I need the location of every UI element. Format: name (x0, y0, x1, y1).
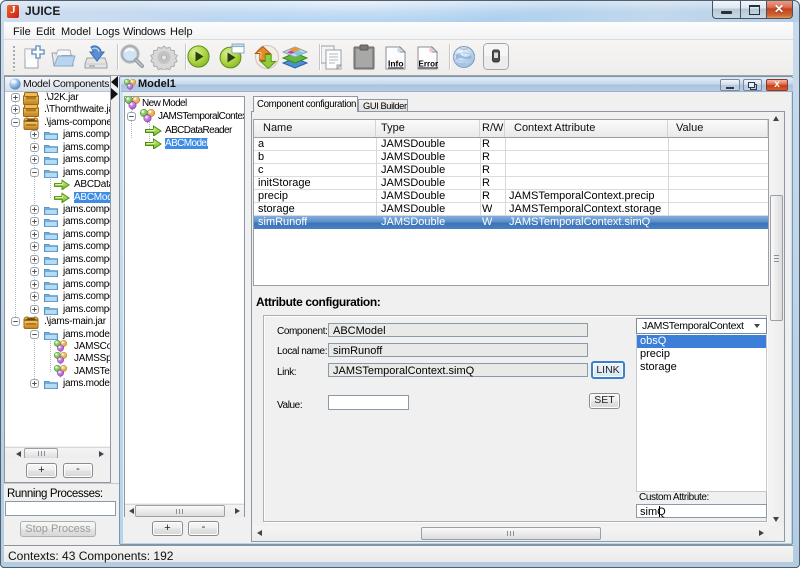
svg-text:Info: Info (388, 59, 404, 69)
svg-text:Error: Error (419, 60, 439, 69)
